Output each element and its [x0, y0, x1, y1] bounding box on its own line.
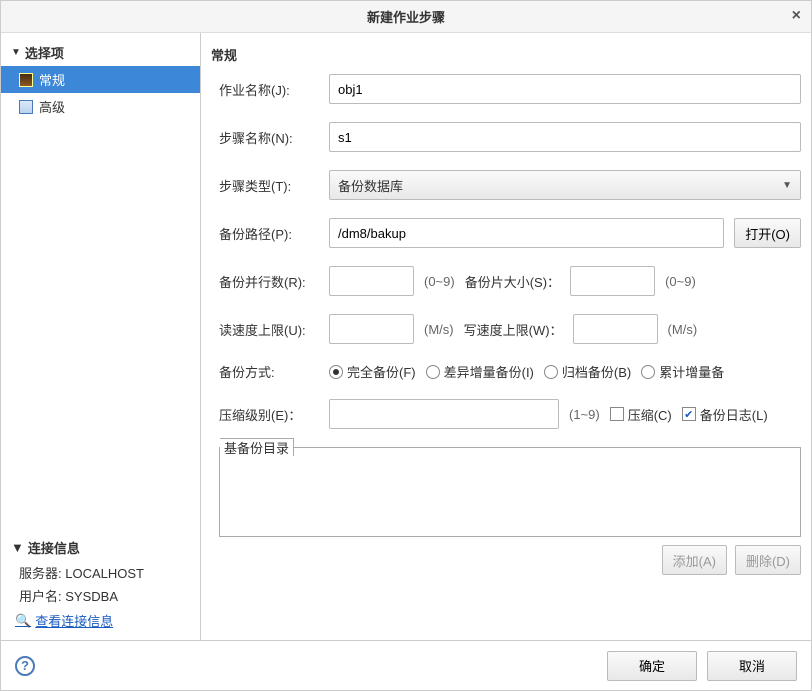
mode-cumu-radio[interactable]: 累计增量备 [641, 362, 724, 381]
sidebar-connection-header: ▼ 连接信息 [1, 533, 200, 561]
compress-level-input[interactable] [329, 399, 559, 429]
chevron-down-icon: ▼ [11, 47, 21, 58]
server-row: 服务器: LOCALHOST [1, 561, 200, 584]
open-button[interactable]: 打开(O) [734, 218, 801, 248]
mode-arch-radio[interactable]: 归档备份(B) [544, 362, 631, 381]
chevron-down-icon: ▼ [782, 180, 792, 191]
job-name-label: 作业名称(J): [219, 80, 319, 99]
document-icon [19, 73, 33, 87]
read-speed-hint: (M/s) [424, 322, 454, 337]
write-speed-input[interactable] [573, 314, 658, 344]
step-name-input[interactable] [329, 122, 801, 152]
read-speed-input[interactable] [329, 314, 414, 344]
piece-size-label: 备份片大小(S)： [465, 272, 560, 291]
piece-size-hint: (0~9) [665, 274, 696, 289]
document-icon [19, 100, 33, 114]
radio-icon [426, 365, 440, 379]
step-name-label: 步骤名称(N): [219, 128, 319, 147]
radio-icon [641, 365, 655, 379]
step-type-select[interactable]: 备份数据库 ▼ [329, 170, 801, 200]
read-speed-label: 读速度上限(U): [219, 320, 319, 339]
sidebar-item-advanced[interactable]: 高级 [1, 93, 200, 120]
compress-level-label: 压缩级别(E)： [219, 405, 319, 424]
sidebar-item-label: 常规 [39, 70, 65, 89]
backup-path-label: 备份路径(P): [219, 224, 319, 243]
base-backup-dir-box: 基备份目录 [219, 447, 801, 537]
parallel-input[interactable] [329, 266, 414, 296]
step-type-label: 步骤类型(T): [219, 176, 319, 195]
job-name-input[interactable] [329, 74, 801, 104]
sidebar-item-label: 高级 [39, 97, 65, 116]
radio-icon [544, 365, 558, 379]
write-speed-label: 写速度上限(W)： [464, 320, 563, 339]
base-backup-dir-label: 基备份目录 [220, 438, 294, 456]
piece-size-input[interactable] [570, 266, 655, 296]
user-row: 用户名: SYSDBA [1, 584, 200, 607]
close-icon[interactable]: × [792, 7, 801, 25]
help-icon[interactable]: ? [15, 656, 35, 676]
parallel-hint: (0~9) [424, 274, 455, 289]
view-connection-link[interactable]: 🔍 查看连接信息 [1, 607, 200, 634]
sidebar-item-general[interactable]: 常规 [1, 66, 200, 93]
cancel-button[interactable]: 取消 [707, 651, 797, 681]
delete-button[interactable]: 删除(D) [735, 545, 801, 575]
radio-icon [329, 365, 343, 379]
backup-log-check[interactable]: 备份日志(L) [682, 405, 768, 424]
titlebar: 新建作业步骤 × [1, 1, 811, 33]
sidebar-options-header: ▼ 选择项 [1, 39, 200, 66]
dialog-title: 新建作业步骤 [367, 7, 445, 26]
add-button[interactable]: 添加(A) [662, 545, 727, 575]
compress-level-hint: (1~9) [569, 407, 600, 422]
parallel-label: 备份并行数(R): [219, 272, 319, 291]
chevron-down-icon: ▼ [11, 540, 24, 555]
write-speed-hint: (M/s) [668, 322, 698, 337]
checkbox-icon [682, 407, 696, 421]
ok-button[interactable]: 确定 [607, 651, 697, 681]
section-title: 常规 [211, 41, 801, 74]
checkbox-icon [610, 407, 624, 421]
compress-check[interactable]: 压缩(C) [610, 405, 672, 424]
backup-path-input[interactable] [329, 218, 724, 248]
mode-diff-radio[interactable]: 差异增量备份(I) [426, 362, 534, 381]
search-icon: 🔍 [15, 613, 31, 629]
mode-full-radio[interactable]: 完全备份(F) [329, 362, 416, 381]
backup-mode-label: 备份方式: [219, 362, 319, 381]
